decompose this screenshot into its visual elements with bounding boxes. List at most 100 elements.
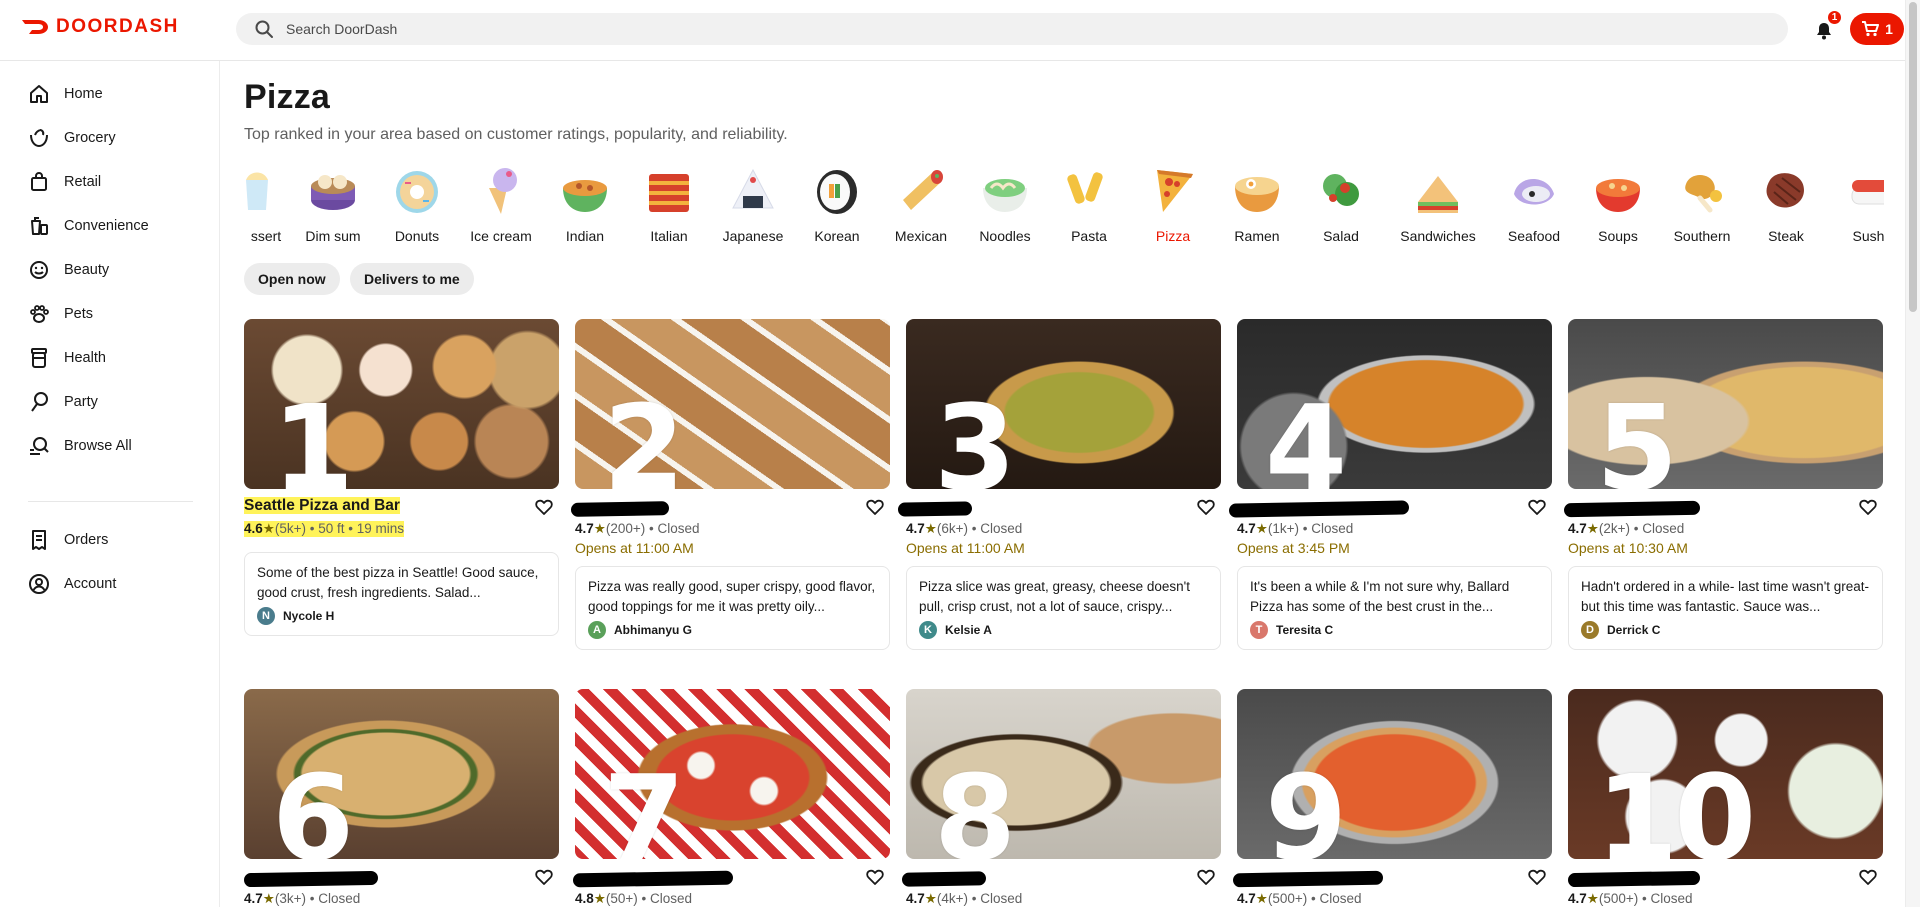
health-icon <box>31 348 47 368</box>
category-label: Dim sum <box>305 228 361 244</box>
store-status: Closed <box>1319 891 1362 906</box>
store-image[interactable]: 10 <box>1568 689 1883 859</box>
review-text: Some of the best pizza in Seattle! Good … <box>257 565 539 600</box>
category-japanese[interactable]: Japanese <box>711 160 795 244</box>
review-card[interactable]: Some of the best pizza in Seattle! Good … <box>244 552 559 636</box>
category-sushi[interactable]: Sushi <box>1828 160 1884 244</box>
category-dim-sum[interactable]: Dim sum <box>291 160 375 244</box>
store-card[interactable]: 8 4.7★(4k+) • Closed <box>901 689 1221 907</box>
category-label: Seafood <box>1507 228 1561 244</box>
search-input[interactable]: Search DoorDash <box>286 21 397 37</box>
receipt-icon <box>32 530 46 550</box>
review-card[interactable]: Hadn't ordered in a while- last time was… <box>1568 566 1883 650</box>
opens-at: Opens at 11:00 AM <box>906 540 1025 556</box>
page-scrollbar[interactable] <box>1905 0 1920 907</box>
sidebar-item-account[interactable]: Account <box>28 571 116 597</box>
category-ramen[interactable]: Ramen <box>1215 160 1299 244</box>
category-label: Indian <box>565 228 605 244</box>
heart-icon[interactable] <box>1859 499 1877 515</box>
top-header: DOORDASH Search DoorDash 1 1 <box>0 0 1905 61</box>
heart-icon[interactable] <box>1528 499 1546 515</box>
category-salad[interactable]: Salad <box>1299 160 1383 244</box>
category-indian[interactable]: Indian <box>543 160 627 244</box>
review-card[interactable]: Pizza slice was great, greasy, cheese do… <box>906 566 1221 650</box>
category-label: Italian <box>650 228 688 244</box>
category-sandwiches[interactable]: Sandwiches <box>1383 160 1493 244</box>
heart-icon[interactable] <box>1528 869 1546 885</box>
sidebar-item-health[interactable]: Health <box>28 345 106 371</box>
cart-button[interactable]: 1 <box>1850 13 1904 45</box>
category-noodles[interactable]: Noodles <box>963 160 1047 244</box>
store-card[interactable]: 6 4.7★(3k+) • Closed <box>243 689 559 907</box>
category-label: Japanese <box>722 228 784 244</box>
category-italian[interactable]: Italian <box>627 160 711 244</box>
review-card[interactable]: Pizza was really good, super crispy, goo… <box>575 566 890 650</box>
category-seafood[interactable]: Seafood <box>1492 160 1576 244</box>
star-icon: ★ <box>262 891 275 906</box>
sidebar-item-pets[interactable]: Pets <box>28 301 93 327</box>
category-southern[interactable]: Southern <box>1660 160 1744 244</box>
store-image[interactable]: 9 <box>1237 689 1552 859</box>
category-donuts[interactable]: Donuts <box>375 160 459 244</box>
heart-icon[interactable] <box>535 499 553 515</box>
page-subtitle: Top ranked in your area based on custome… <box>244 126 788 143</box>
store-card[interactable]: 2 4.7★(200+) • Closed Opens at 11:00 AM … <box>570 319 890 650</box>
soup-icon <box>1596 179 1640 212</box>
sidebar-item-home[interactable]: Home <box>28 81 103 107</box>
heart-icon[interactable] <box>535 869 553 885</box>
store-image[interactable]: 2 <box>575 319 890 489</box>
heart-icon[interactable] <box>1859 869 1877 885</box>
store-image[interactable]: 1 <box>244 319 559 489</box>
sidebar-item-grocery[interactable]: Grocery <box>28 125 116 151</box>
store-image[interactable]: 5 <box>1568 319 1883 489</box>
search-bar[interactable]: Search DoorDash <box>236 13 1788 45</box>
store-card[interactable]: 10 4.7★(500+) • Closed <box>1567 689 1883 907</box>
store-name[interactable]: Seattle Pizza and Bar <box>244 497 400 514</box>
sidebar-item-label: Home <box>64 86 103 102</box>
sidebar-item-party[interactable]: Party <box>28 389 98 415</box>
store-card[interactable]: 7 4.8★(50+) • Closed <box>572 689 890 907</box>
redacted-store-name <box>1228 500 1410 518</box>
category-korean[interactable]: Korean <box>795 160 879 244</box>
kimbap-icon <box>817 170 857 214</box>
category-steak[interactable]: Steak <box>1744 160 1828 244</box>
sidebar-item-orders[interactable]: Orders <box>28 527 108 553</box>
review-card[interactable]: It's been a while & I'm not sure why, Ba… <box>1237 566 1552 650</box>
sidebar-item-convenience[interactable]: Convenience <box>28 213 149 239</box>
filter-open-now[interactable]: Open now <box>244 263 340 295</box>
sidebar-item-label: Browse All <box>64 438 132 454</box>
review-count: (200+) <box>605 521 646 536</box>
store-card[interactable]: 5 4.7★(2k+) • Closed Opens at 10:30 AM H… <box>1563 319 1883 650</box>
burrito-icon <box>903 170 943 210</box>
doordash-logo-icon <box>22 20 48 34</box>
star-icon: ★ <box>593 521 606 536</box>
filter-delivers-to-me[interactable]: Delivers to me <box>350 263 474 295</box>
category-carousel: ssert Dim sum Donuts Ice cream Indian It… <box>244 160 1884 250</box>
sidebar-item-browse-all[interactable]: Browse All <box>28 433 132 459</box>
heart-icon[interactable] <box>1197 869 1215 885</box>
sidebar-item-beauty[interactable]: Beauty <box>28 257 109 283</box>
doordash-logo[interactable]: DOORDASH <box>20 16 179 38</box>
notifications-button[interactable]: 1 <box>1810 10 1842 44</box>
heart-icon[interactable] <box>866 499 884 515</box>
store-image[interactable]: 3 <box>906 319 1221 489</box>
store-image[interactable]: 7 <box>575 689 890 859</box>
category-soups[interactable]: Soups <box>1576 160 1660 244</box>
scrollbar-thumb[interactable] <box>1909 2 1917 312</box>
category-pasta[interactable]: Pasta <box>1047 160 1131 244</box>
store-image[interactable]: 8 <box>906 689 1221 859</box>
store-rating: 4.7 <box>1568 891 1587 906</box>
store-image[interactable]: 4 <box>1237 319 1552 489</box>
store-name-row <box>572 867 890 889</box>
store-card[interactable]: 4 4.7★(1k+) • Closed Opens at 3:45 PM It… <box>1228 319 1552 650</box>
store-card[interactable]: 1 Seattle Pizza and Bar 4.6★(5k+) • 50 f… <box>244 319 559 636</box>
heart-icon[interactable] <box>1197 499 1215 515</box>
category-ice-cream[interactable]: Ice cream <box>459 160 543 244</box>
category-pizza[interactable]: Pizza <box>1131 160 1215 244</box>
category-mexican[interactable]: Mexican <box>879 160 963 244</box>
store-image[interactable]: 6 <box>244 689 559 859</box>
heart-icon[interactable] <box>866 869 884 885</box>
sidebar-item-retail[interactable]: Retail <box>28 169 101 195</box>
store-card[interactable]: 9 4.7★(500+) • Closed <box>1232 689 1552 907</box>
store-card[interactable]: 3 4.7★(6k+) • Closed Opens at 11:00 AM P… <box>897 319 1221 650</box>
